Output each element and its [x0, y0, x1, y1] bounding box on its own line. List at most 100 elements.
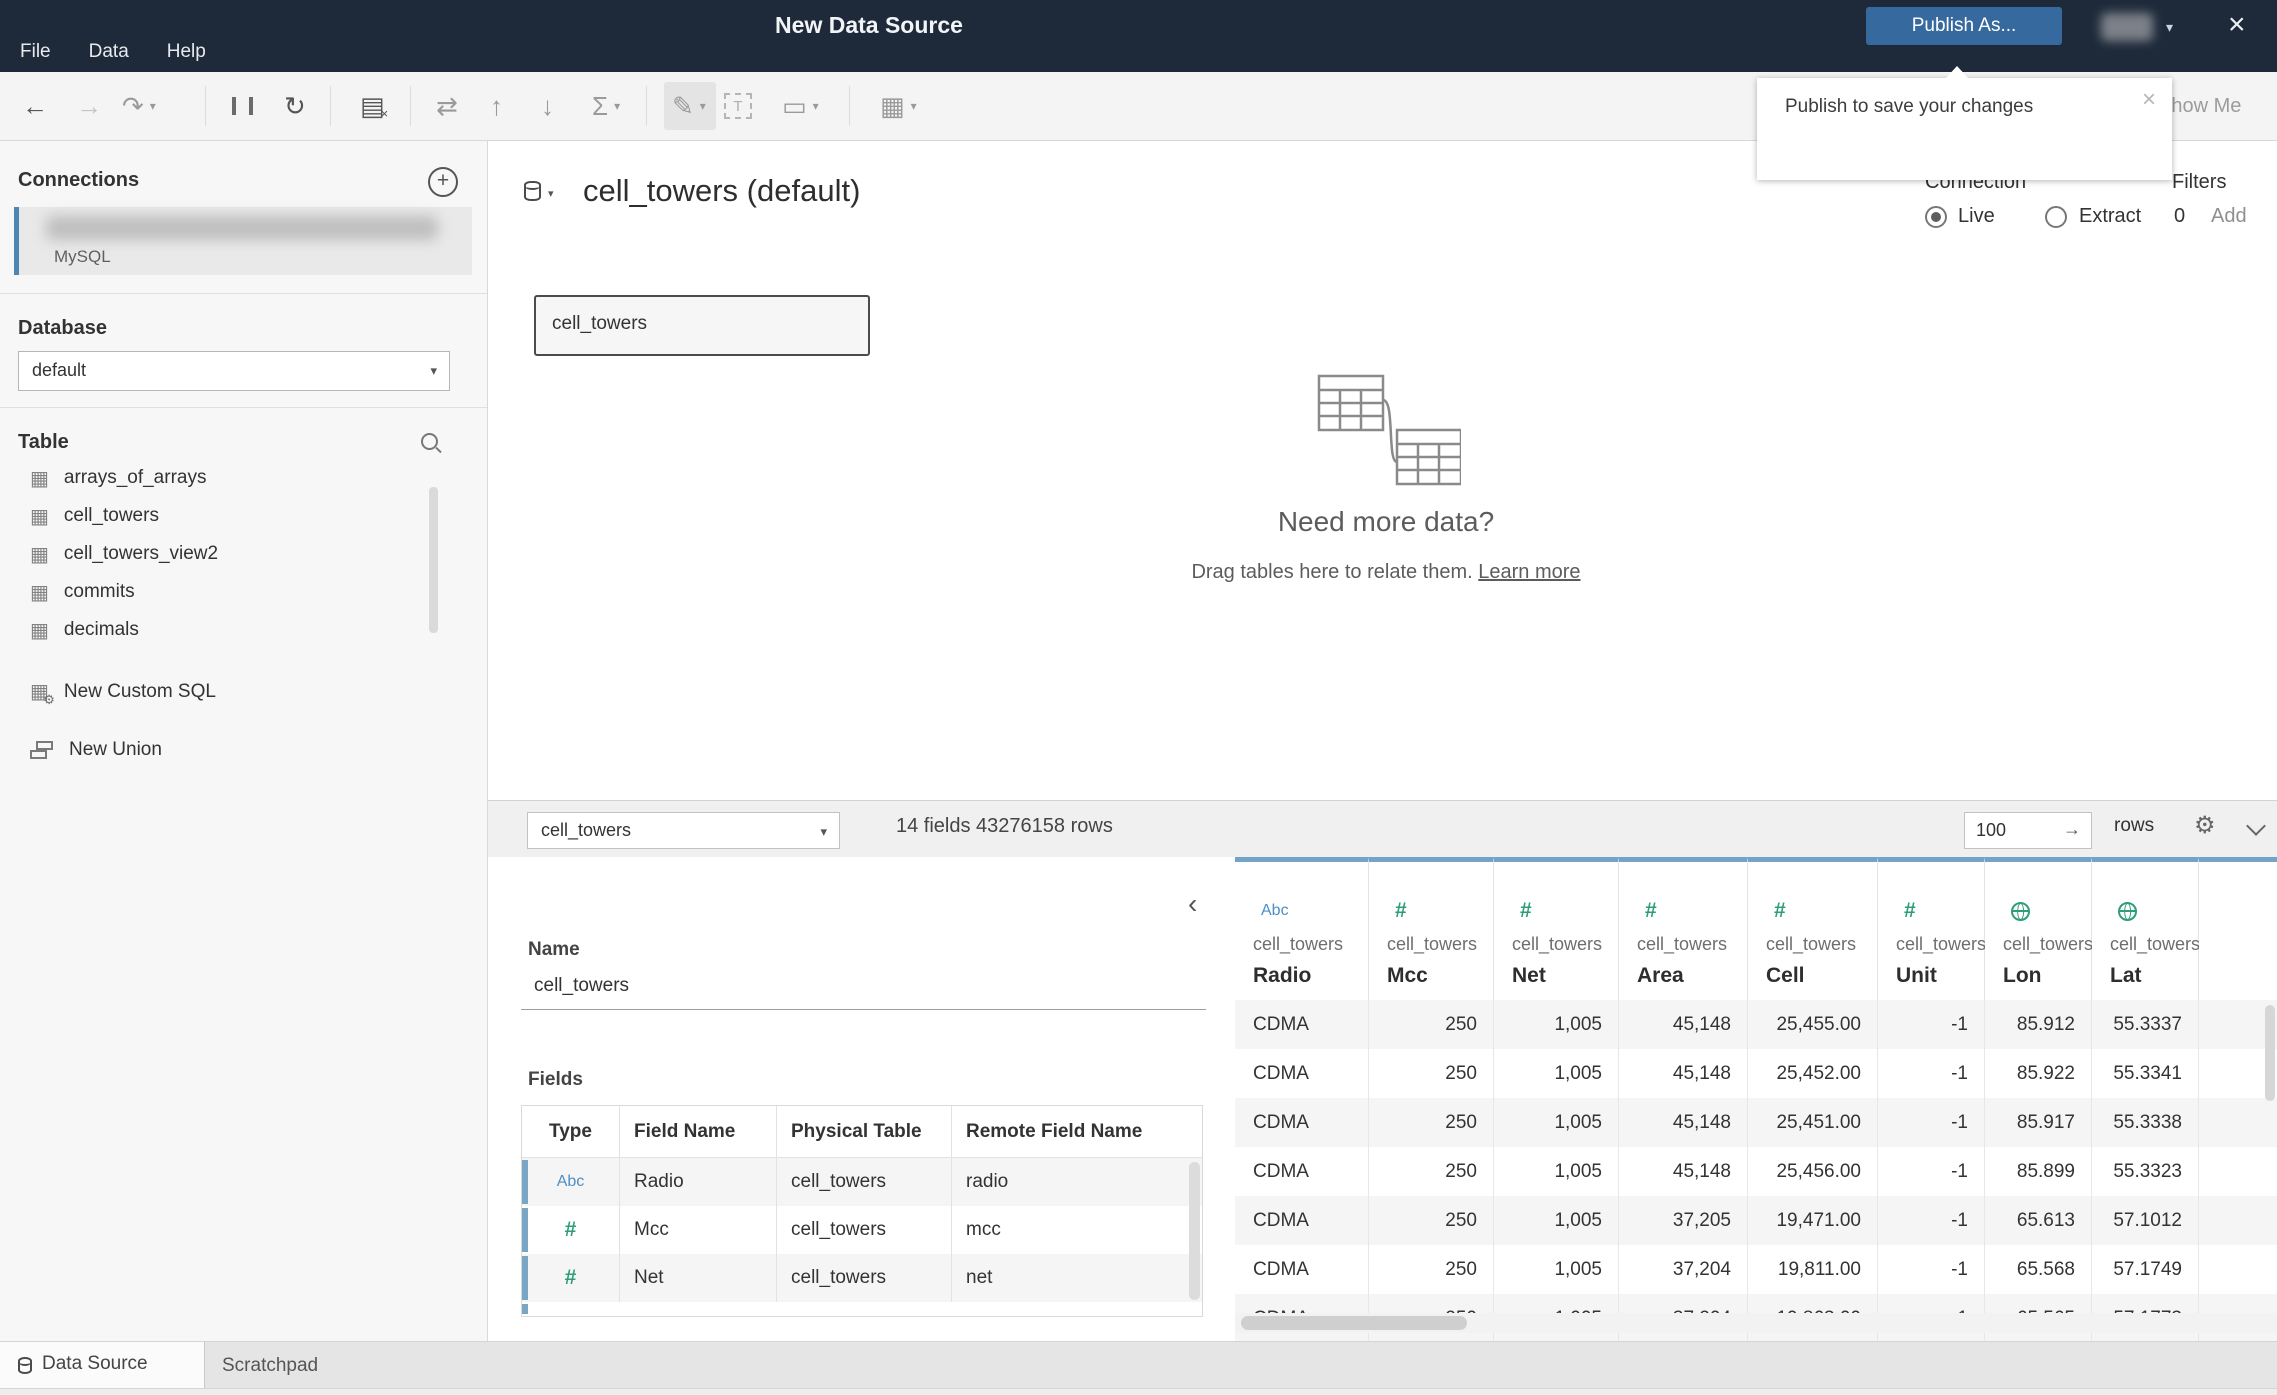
replay-caret-icon[interactable]: ▾	[150, 99, 156, 113]
remote-field-cell: radio	[966, 1171, 1009, 1192]
search-icon[interactable]	[421, 433, 438, 450]
pause-updates-icon[interactable]	[232, 72, 253, 140]
sidebar-item-commits[interactable]: ▦ commits	[0, 573, 487, 611]
menu-help[interactable]: Help	[167, 41, 206, 63]
show-cards-caret-icon[interactable]: ▾	[911, 99, 917, 113]
sidebar-item-arrays_of_arrays[interactable]: ▦ arrays_of_arrays	[0, 459, 487, 497]
window-close-icon[interactable]: ×	[2228, 8, 2246, 42]
totals-caret-icon[interactable]: ▾	[614, 99, 620, 113]
new-custom-sql[interactable]: ▦ ⚙ New Custom SQL	[30, 679, 216, 708]
redo-icon[interactable]: →	[76, 72, 102, 140]
name-input[interactable]: cell_towers	[534, 975, 629, 997]
tooltip-close-icon[interactable]: ×	[2142, 86, 2156, 114]
totals-icon[interactable]: Σ ▾	[592, 72, 620, 140]
learn-more-link[interactable]: Learn more	[1478, 561, 1580, 583]
database-icon	[18, 1357, 32, 1374]
remote-field-cell: mcc	[966, 1219, 1001, 1240]
grid-column-table-label: cell_towers	[2110, 934, 2201, 954]
rows-label: rows	[2114, 815, 2155, 836]
text-label-icon[interactable]: T	[724, 72, 752, 140]
swap-axes-icon[interactable]: ⇄	[436, 72, 458, 140]
fields-column-header[interactable]: Field Name	[620, 1106, 777, 1158]
show-cards-icon[interactable]: ▦ ▾	[880, 72, 917, 140]
refresh-icon[interactable]: ↻	[284, 72, 306, 140]
row-count-input[interactable]: 100 →	[1964, 812, 2092, 849]
highlight-glyph: ✎	[672, 90, 694, 121]
gear-icon[interactable]: ⚙	[2194, 811, 2216, 840]
scrollbar-thumb[interactable]	[1241, 1316, 1467, 1330]
replay-icon[interactable]: ↷ ▾	[122, 72, 156, 140]
physical-table-cell: cell_towers	[777, 1158, 952, 1206]
publish-as-button[interactable]: Publish As...	[1866, 7, 2062, 45]
grid-cell: -1	[1878, 1000, 1985, 1049]
fields-column-header[interactable]: Physical Table	[777, 1106, 952, 1158]
tab-data-source[interactable]: Data Source	[0, 1342, 205, 1389]
grid-column-header-mcc[interactable]: # cell_towers Mcc	[1369, 857, 1494, 1000]
filters-count: 0	[2174, 205, 2186, 227]
database-caret-icon[interactable]: ▾	[548, 187, 554, 200]
add-connection-icon[interactable]: +	[428, 167, 458, 197]
undo-icon[interactable]: ←	[22, 72, 48, 140]
grid-column-table-label: cell_towers	[2003, 934, 2094, 954]
menu-file[interactable]: File	[20, 41, 51, 63]
highlight-caret-icon[interactable]: ▾	[700, 99, 706, 113]
table-row[interactable]: # Mcc cell_towers mcc	[522, 1206, 1202, 1254]
database-icon[interactable]	[524, 181, 541, 201]
remote-field-cell: net	[966, 1267, 993, 1288]
filters-add-link[interactable]: Add	[2211, 205, 2247, 228]
grid-cell: 1,005	[1494, 1098, 1619, 1147]
grid-row: CDMA 250 1,005 37,205 19,471.00 -1 65.613 57.10…	[1235, 1196, 2277, 1245]
globe-type-icon	[2118, 900, 2137, 922]
grid-column-header-net[interactable]: # cell_towers Net	[1494, 857, 1619, 1000]
grid-vertical-scrollbar[interactable]	[2265, 1005, 2275, 1101]
menu-data[interactable]: Data	[89, 41, 129, 63]
chevron-down-icon[interactable]	[2246, 816, 2266, 836]
grid-cell: 37,204	[1619, 1245, 1748, 1294]
sidebar-item-cell_towers_view2[interactable]: ▦ cell_towers_view2	[0, 535, 487, 573]
user-avatar[interactable]	[2101, 13, 2153, 41]
extract-radio-label[interactable]: Extract	[2079, 205, 2141, 228]
table-row[interactable]: Abc Radio cell_towers radio	[522, 1158, 1202, 1206]
sidebar-item-decimals[interactable]: ▦ decimals	[0, 611, 487, 649]
title-bar: File Data Help New Data Source Publish A…	[0, 0, 2277, 72]
status-bar: Data Source Scratchpad	[0, 1341, 2277, 1389]
globe-type-icon	[2011, 900, 2030, 922]
grid-column-header-radio[interactable]: Abc cell_towers Radio	[1235, 857, 1369, 1000]
fields-column-header[interactable]: Type	[522, 1106, 620, 1158]
table-row[interactable]: # Net cell_towers net	[522, 1254, 1202, 1302]
grid-cell: 57.1749	[2092, 1245, 2199, 1294]
fields-column-header[interactable]: Remote Field Name	[952, 1106, 1202, 1158]
sidebar-item-cell_towers[interactable]: ▦ cell_towers	[0, 497, 487, 535]
grid-cell: 65.568	[1985, 1245, 2092, 1294]
sort-descending-icon[interactable]: ↓	[541, 72, 554, 140]
grid-column-header-cell[interactable]: # cell_towers Cell	[1748, 857, 1878, 1000]
extract-radio[interactable]	[2045, 206, 2067, 228]
sort-ascending-icon[interactable]: ↑	[490, 72, 503, 140]
connection-item[interactable]: MySQL	[14, 207, 472, 275]
grid-column-header-unit[interactable]: # cell_towers Unit	[1878, 857, 1986, 1000]
database-select[interactable]: default ▾	[18, 351, 450, 391]
fit-icon[interactable]: ▭ ▾	[782, 72, 819, 140]
collapse-panel-icon[interactable]: ‹	[1188, 890, 1197, 918]
grid-horizontal-scrollbar[interactable]	[1235, 1313, 2277, 1333]
tab-scratchpad[interactable]: Scratchpad	[204, 1342, 318, 1389]
avatar-caret-icon[interactable]: ▾	[2166, 19, 2173, 36]
cell-towers-node[interactable]: cell_towers	[534, 295, 870, 356]
datasource-title[interactable]: cell_towers (default)	[583, 173, 860, 209]
highlight-pen-icon[interactable]: ✎ ▾	[672, 72, 706, 140]
grid-column-header-lat[interactable]: cell_towers Lat	[2092, 857, 2201, 1000]
new-union[interactable]: New Union	[30, 739, 162, 761]
clear-sheet-icon[interactable]: ▤ ×	[360, 72, 392, 140]
live-radio[interactable]	[1925, 206, 1947, 228]
fields-table-scrollbar[interactable]	[1189, 1162, 1200, 1300]
string-type-icon: Abc	[1261, 902, 1289, 919]
grid-column-header-area[interactable]: # cell_towers Area	[1619, 857, 1748, 1000]
live-radio-label[interactable]: Live	[1958, 205, 1995, 228]
grid-column-name: Net	[1512, 964, 1546, 987]
table-scope-select[interactable]: cell_towers ▾	[527, 812, 840, 849]
grid-column-header-lon[interactable]: cell_towers Lon	[1985, 857, 2094, 1000]
apply-row-count-icon[interactable]: →	[2063, 819, 2081, 840]
fit-caret-icon[interactable]: ▾	[813, 99, 819, 113]
sidebar-scrollbar[interactable]	[429, 487, 438, 633]
number-type-icon: #	[564, 1266, 577, 1289]
